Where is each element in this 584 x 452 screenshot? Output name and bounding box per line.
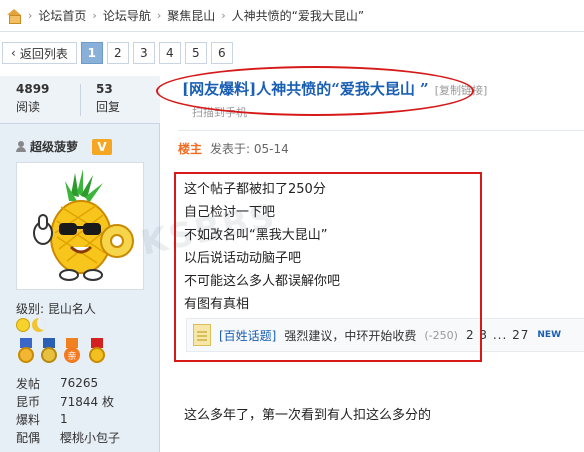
user-offline-icon [16, 140, 26, 153]
avatar[interactable] [16, 162, 144, 290]
chevron-right-icon: › [156, 9, 162, 22]
replies-label: 回复 [96, 100, 121, 114]
chevron-right-icon: › [92, 9, 97, 22]
divider [80, 84, 81, 116]
medal-qin-icon[interactable]: 亲 [62, 338, 84, 364]
breadcrumb: › 论坛首页 › 论坛导航 › 聚焦昆山 › 人神共愤的“爱我大昆山” [0, 0, 584, 32]
page-5-button[interactable]: 5 [184, 42, 207, 64]
info-key: 配偶 [16, 430, 41, 445]
replies-count: 53 [96, 82, 113, 96]
breadcrumb-forum-nav[interactable]: 论坛导航 [103, 7, 151, 24]
views-count: 4899 [16, 82, 50, 96]
author-name[interactable]: 超级菠萝 [30, 138, 78, 155]
page-4-button[interactable]: 4 [158, 42, 181, 64]
highlight-oval [156, 66, 474, 116]
views-label: 阅读 [16, 100, 41, 114]
pagination: ‹ 返回列表 1 2 3 4 5 6 [2, 42, 233, 64]
breadcrumb-current-thread[interactable]: 人神共愤的“爱我大昆山” [232, 7, 364, 24]
moon-icon [32, 318, 46, 332]
page-1-button[interactable]: 1 [80, 42, 103, 64]
breadcrumb-section[interactable]: 聚焦昆山 [167, 7, 215, 24]
divider [178, 130, 584, 131]
post-date: 发表于: 05-14 [210, 142, 289, 156]
home-icon[interactable] [6, 8, 22, 24]
medals: 亲 [16, 338, 107, 364]
reply-text: 这么多年了，第一次看到有人扣这么多分的 [184, 408, 432, 423]
thread-stats: 4899 阅读 53 回复 [0, 76, 160, 124]
info-value: 76265 [60, 376, 99, 390]
author-level: 级别: 昆山名人 [16, 302, 96, 316]
vip-badge: V [92, 138, 113, 155]
highlight-box [174, 172, 482, 362]
info-key: 昆币 [16, 394, 41, 409]
chevron-left-icon: ‹ [11, 46, 16, 60]
medal-star-icon[interactable] [39, 338, 59, 364]
level-icons [16, 318, 46, 332]
info-value: 71844 枚 [60, 394, 114, 409]
smile-icon [16, 318, 30, 332]
chevron-right-icon: › [221, 9, 226, 22]
owner-badge: 楼主 [178, 142, 203, 156]
page-2-button[interactable]: 2 [106, 42, 129, 64]
post-meta: 楼主 发表于: 05-14 [178, 140, 289, 157]
info-value: 1 [60, 412, 68, 426]
info-value[interactable]: 樱桃小包子 [60, 429, 120, 446]
info-key: 爆料 [16, 412, 41, 427]
breadcrumb-forum-home[interactable]: 论坛首页 [38, 7, 86, 24]
author-header: 超级菠萝 V [16, 138, 113, 155]
back-to-list-button[interactable]: ‹ 返回列表 [2, 42, 77, 64]
page-3-button[interactable]: 3 [132, 42, 155, 64]
chevron-right-icon: › [28, 9, 33, 22]
info-key: 发帖 [16, 376, 41, 391]
new-badge: NEW [537, 330, 561, 340]
medal-blue-icon[interactable] [16, 338, 36, 364]
medal-red-icon[interactable] [87, 338, 107, 364]
pineapple-avatar-icon [17, 163, 143, 289]
page-6-button[interactable]: 6 [210, 42, 233, 64]
author-info: 发帖 76265 昆币 71844 枚 爆料 1 配偶 樱桃小包子 [16, 374, 156, 446]
